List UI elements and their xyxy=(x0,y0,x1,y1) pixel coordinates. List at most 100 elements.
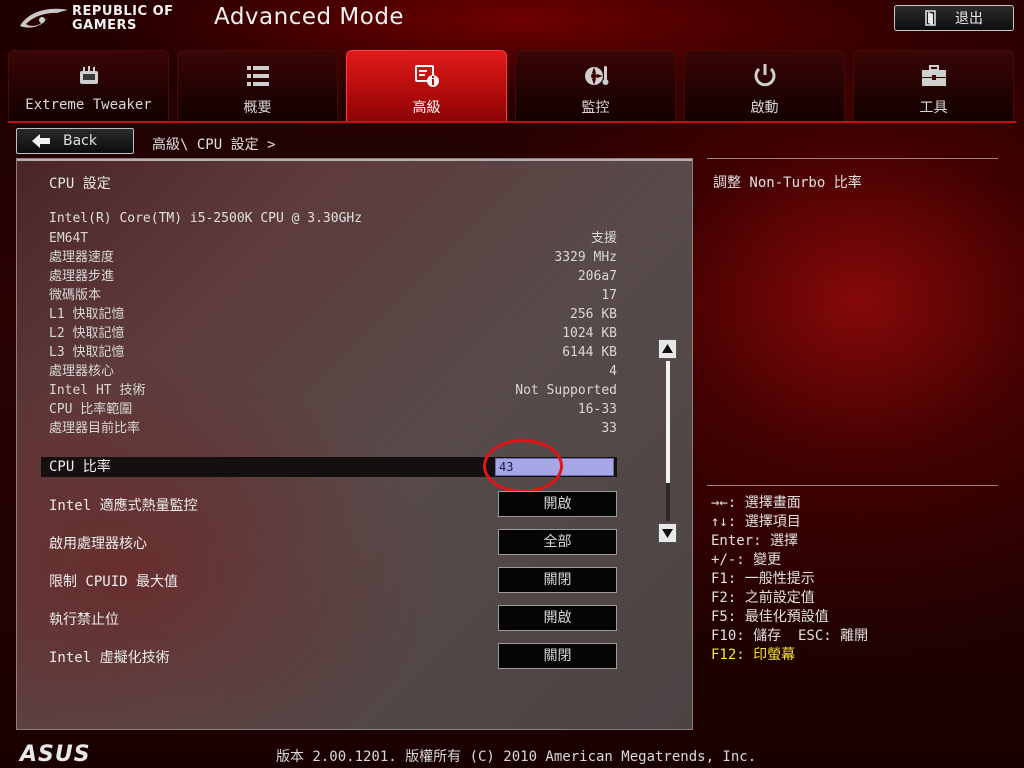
info-row-current-ratio: 處理器目前比率 33 xyxy=(49,419,617,438)
toolbox-icon xyxy=(921,65,946,86)
info-label: L2 快取記憶 xyxy=(49,326,125,341)
scrollbar-thumb[interactable] xyxy=(666,361,670,483)
exit-button[interactable]: 退出 xyxy=(894,5,1014,31)
asus-logo: ASUS xyxy=(18,742,91,764)
tab-monitor[interactable]: 監控 xyxy=(515,50,676,122)
mode-title: Advanced Mode xyxy=(214,4,405,30)
key-hint-f2: F2: 之前設定值 xyxy=(711,590,815,606)
tab-label: 高級 xyxy=(412,100,441,116)
item-help-text: 調整 Non-Turbo 比率 xyxy=(713,175,862,191)
info-row-l2-cache: L2 快取記憶 1024 KB xyxy=(49,324,617,343)
setting-label: 啟用處理器核心 xyxy=(49,536,147,552)
setting-label: Intel 虛擬化技術 xyxy=(49,650,170,666)
setting-label: 限制 CPUID 最大值 xyxy=(49,574,179,590)
info-label: 處理器核心 xyxy=(49,364,115,379)
tab-label: 監控 xyxy=(581,100,610,116)
info-value: 1024 KB xyxy=(562,326,617,341)
info-row-ratio-range: CPU 比率範圍 16-33 xyxy=(49,400,617,419)
panel-top-border xyxy=(17,159,692,161)
cpu-ratio-label: CPU 比率 xyxy=(49,459,111,475)
info-label: 微碼版本 xyxy=(49,288,102,303)
cpu-settings-panel: CPU 設定 Intel(R) Core(TM) i5-2500K CPU @ … xyxy=(16,158,693,730)
info-label: 處理器目前比率 xyxy=(49,421,141,436)
help-divider xyxy=(707,158,998,159)
setting-row-active-cores: 啟用處理器核心 全部 xyxy=(49,529,617,555)
main-tabs: Extreme Tweaker 概要 高級 監控 啟動 工具 xyxy=(8,50,1016,122)
tab-advanced[interactable]: 高級 xyxy=(346,50,507,122)
key-hint-f1: F1: 一般性提示 xyxy=(711,571,815,587)
triangle-down-icon xyxy=(662,529,673,538)
info-value: 16-33 xyxy=(577,402,617,417)
info-row-em64t: EM64T 支援 xyxy=(49,229,617,248)
key-hint-enter: Enter: 選擇 xyxy=(711,533,799,549)
setting-row-limit-cpuid: 限制 CPUID 最大值 關閉 xyxy=(49,567,617,593)
brand-text: REPUBLIC OF GAMERS xyxy=(72,5,174,33)
tab-tools[interactable]: 工具 xyxy=(853,50,1014,122)
setting-virtualization-button[interactable]: 關閉 xyxy=(498,643,617,669)
monitor-fan-icon xyxy=(584,66,608,85)
header: REPUBLIC OF GAMERS Advanced Mode 退出 xyxy=(0,0,1024,44)
summary-list-icon xyxy=(246,66,269,86)
info-value: 支援 xyxy=(590,231,617,246)
info-row-l3-cache: L3 快取記憶 6144 KB xyxy=(49,343,617,362)
info-row-cpu-stepping: 處理器步進 206a7 xyxy=(49,267,617,286)
info-value: 4 xyxy=(609,364,617,379)
tab-label: 工具 xyxy=(919,100,948,116)
key-hint-select-screen: →←: 選擇畫面 xyxy=(711,495,801,511)
brand-line-2: GAMERS xyxy=(72,18,137,33)
back-label: Back xyxy=(63,133,97,149)
key-hint-f5: F5: 最佳化預設值 xyxy=(711,609,829,625)
info-label: L3 快取記憶 xyxy=(49,345,125,360)
tab-summary[interactable]: 概要 xyxy=(177,50,338,122)
info-value: 33 xyxy=(601,421,617,436)
footer-version-text: 版本 2.00.1201. 版權所有 (C) 2010 American Meg… xyxy=(276,749,757,765)
info-label: 處理器速度 xyxy=(49,250,115,265)
info-label: Intel HT 技術 xyxy=(49,383,146,398)
power-icon xyxy=(754,64,775,87)
brand-line-1: REPUBLIC OF xyxy=(72,4,174,19)
back-button[interactable]: Back xyxy=(16,128,134,154)
setting-adaptive-thermal-monitor-button[interactable]: 開啟 xyxy=(498,491,617,517)
info-row-cpu-cores: 處理器核心 4 xyxy=(49,362,617,381)
annotation-highlight-circle xyxy=(483,439,563,493)
key-legend: →←: 選擇畫面 ↑↓: 選擇項目 Enter: 選擇 +/-: 變更 F1: … xyxy=(711,494,868,665)
info-value: 256 KB xyxy=(570,307,617,322)
setting-execute-disable-bit-button[interactable]: 開啟 xyxy=(498,605,617,631)
tweaker-icon xyxy=(79,66,98,84)
scroll-down-button[interactable] xyxy=(658,523,677,543)
info-row-intel-ht: Intel HT 技術 Not Supported xyxy=(49,381,617,400)
back-arrow-icon xyxy=(32,134,50,148)
advanced-info-icon xyxy=(414,65,439,87)
info-row-cpu-speed: 處理器速度 3329 MHz xyxy=(49,248,617,267)
tab-label: 啟動 xyxy=(750,100,779,116)
info-value: 206a7 xyxy=(577,269,617,284)
triangle-up-icon xyxy=(662,344,673,353)
key-hint-select-item: ↑↓: 選擇項目 xyxy=(711,514,801,530)
tab-label: Extreme Tweaker xyxy=(25,97,152,113)
setting-row-execute-disable-bit: 執行禁止位 開啟 xyxy=(49,605,617,631)
tab-label: 概要 xyxy=(243,100,272,116)
info-label: 處理器步進 xyxy=(49,269,115,284)
setting-active-cores-button[interactable]: 全部 xyxy=(498,529,617,555)
breadcrumb[interactable]: 高級\ CPU 設定 > xyxy=(152,134,275,154)
key-hint-change: +/-: 變更 xyxy=(711,552,782,568)
exit-label: 退出 xyxy=(955,11,983,27)
info-value: 3329 MHz xyxy=(554,250,617,265)
tab-boot[interactable]: 啟動 xyxy=(684,50,845,122)
rog-eye-logo-icon xyxy=(20,8,68,28)
info-label: L1 快取記憶 xyxy=(49,307,125,322)
setting-label: Intel 適應式熱量監控 xyxy=(49,498,198,514)
setting-row-adaptive-thermal-monitor: Intel 適應式熱量監控 開啟 xyxy=(49,491,617,517)
scroll-up-button[interactable] xyxy=(658,339,677,359)
section-title: CPU 設定 xyxy=(49,176,111,192)
info-value: 6144 KB xyxy=(562,345,617,360)
asus-logo-text: ASUS xyxy=(18,742,91,764)
info-row-microcode: 微碼版本 17 xyxy=(49,286,617,305)
setting-label: 執行禁止位 xyxy=(49,612,119,628)
exit-door-icon xyxy=(925,10,936,26)
setting-limit-cpuid-button[interactable]: 關閉 xyxy=(498,567,617,593)
info-value: Not Supported xyxy=(515,383,617,398)
tab-underline xyxy=(8,121,1016,123)
tab-extreme-tweaker[interactable]: Extreme Tweaker xyxy=(8,50,169,122)
info-row-l1-cache: L1 快取記憶 256 KB xyxy=(49,305,617,324)
